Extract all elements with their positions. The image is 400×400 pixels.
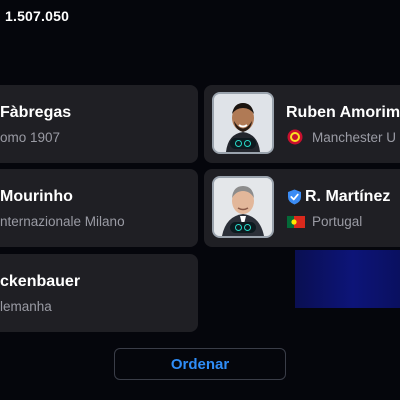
coach-name: Ruben Amorim (286, 104, 400, 121)
coach-portrait (212, 92, 274, 154)
points-balance: 1.507.050 (5, 8, 70, 24)
coach-card-fabregas[interactable]: Fàbregas omo 1907 (0, 85, 198, 163)
coach-club: lemanha (0, 299, 52, 314)
portugal-flag-icon (287, 216, 305, 228)
chemistry-chip-icon (230, 138, 256, 149)
coach-portrait (212, 176, 274, 238)
chemistry-chip-icon (230, 222, 256, 233)
coach-club: nternazionale Milano (0, 214, 125, 229)
sort-button[interactable]: Ordenar (114, 348, 286, 380)
coach-card-r-martinez[interactable]: R. Martínez Portugal (204, 169, 400, 247)
coach-club: Manchester U (312, 130, 397, 145)
coach-card-ruben-amorim[interactable]: Ruben Amorim Manchester U (204, 85, 400, 163)
coach-name: R. Martínez (305, 188, 391, 205)
verified-badge-icon (288, 189, 301, 205)
coach-name: Mourinho (0, 188, 73, 205)
background-glow (295, 250, 400, 308)
coach-club: omo 1907 (0, 130, 61, 145)
coach-card-mourinho[interactable]: Mourinho nternazionale Milano (0, 169, 198, 247)
manchester-united-crest-icon (287, 129, 303, 145)
coach-name: Fàbregas (0, 104, 72, 121)
coach-card-beckenbauer[interactable]: ckenbauer lemanha (0, 254, 198, 332)
coach-club: Portugal (312, 214, 363, 229)
coach-name: ckenbauer (0, 273, 81, 290)
